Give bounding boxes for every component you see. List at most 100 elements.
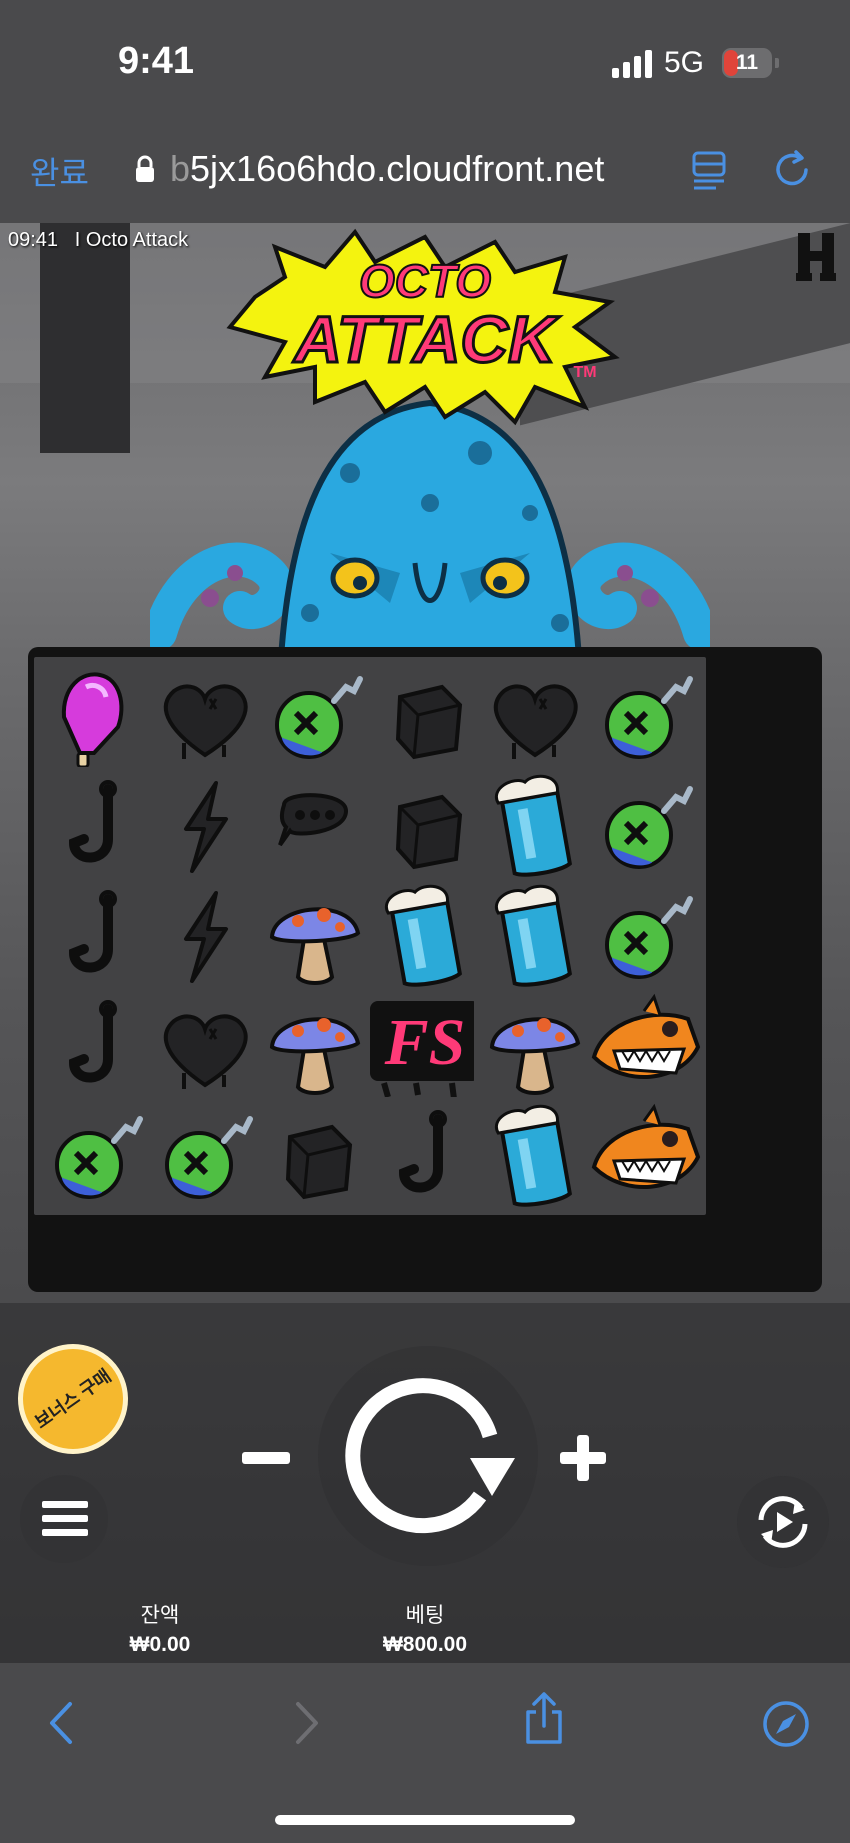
can-icon: [494, 774, 572, 877]
reel-cell-can: [474, 1097, 596, 1215]
reel-cell-bomb-fish: [584, 877, 706, 995]
spin-button[interactable]: [330, 1356, 530, 1556]
heart-icon: [163, 684, 248, 759]
mushroom-icon: [269, 907, 361, 985]
provider-logo-icon: [796, 233, 836, 281]
heart-icon: [163, 1014, 248, 1089]
url-prefix: b: [170, 148, 191, 189]
reel-grid: FS: [28, 647, 822, 1292]
shark-icon: [591, 993, 701, 1079]
game-clock: 09:41: [8, 229, 59, 251]
mushroom-icon: [489, 1017, 581, 1095]
title-separator: I: [74, 229, 81, 251]
reel-cell-bomb-fish: [584, 767, 706, 885]
reel-cell-shark: [584, 987, 706, 1105]
autoplay-button[interactable]: [737, 1476, 829, 1568]
reel-cell-cube: [364, 657, 486, 775]
hook-icon: [68, 1000, 117, 1083]
cube-icon: [285, 1124, 353, 1200]
compass-icon[interactable]: [762, 1700, 810, 1748]
increase-bet-button[interactable]: [560, 1435, 606, 1481]
decrease-bet-button[interactable]: [242, 1452, 290, 1464]
done-button[interactable]: 완료: [30, 148, 89, 194]
cellular-signal-icon: [612, 50, 654, 78]
reader-mode-icon[interactable]: [692, 150, 728, 190]
reel-cell-bomb-fish: [34, 1097, 156, 1215]
bomb-fish-icon: [55, 1116, 143, 1199]
back-icon[interactable]: [44, 1700, 78, 1746]
reel-cell-can: [474, 877, 596, 995]
reel-cell-bolt: [144, 877, 266, 995]
reel-cell-cube: [364, 767, 486, 885]
reel-cell-speech: [254, 767, 376, 885]
reel-cell-mushroom: [254, 987, 376, 1105]
reel-cell-hook: [34, 877, 156, 995]
reel-cell-heart: [144, 987, 266, 1105]
logo-text-octo: OCTO: [359, 255, 491, 307]
url-address[interactable]: b5jx16o6hdo.cloudfront.net: [170, 148, 604, 190]
speech-icon: [278, 793, 349, 847]
reel-cell-fs-scatter: FS: [364, 987, 486, 1105]
reel-cell-bomb-fish: [254, 657, 376, 775]
reel-cell-hook: [364, 1097, 486, 1215]
reel-cell-heart: [474, 657, 596, 775]
bomb-fish-icon: [605, 896, 693, 979]
can-icon: [384, 884, 462, 987]
popsicle-icon: [61, 672, 124, 769]
mushroom-icon: [269, 1017, 361, 1095]
game-canvas[interactable]: 09:41 I Octo Attack OCTO ATTACK TM FS 보너…: [0, 223, 850, 1663]
menu-button[interactable]: [20, 1475, 108, 1563]
reel-cell-heart: [144, 657, 266, 775]
bet-label: 베팅: [405, 1604, 445, 1627]
hook-icon: [398, 1110, 447, 1193]
reel-cell-bomb-fish: [584, 657, 706, 775]
reel-cell-mushroom: [474, 987, 596, 1105]
balance-value: ₩0.00: [129, 1633, 191, 1656]
url-domain: 5jx16o6hdo.cloudfront.net: [190, 148, 605, 189]
reel-cell-bolt: [144, 767, 266, 885]
reel-cell-hook: [34, 987, 156, 1105]
logo-text-attack: ATTACK: [292, 302, 560, 376]
lock-icon: [136, 155, 154, 182]
reel-cell-can: [364, 877, 486, 995]
bomb-fish-icon: [605, 786, 693, 869]
hook-icon: [68, 890, 117, 973]
bomb-fish-icon: [605, 676, 693, 759]
logo-trademark: TM: [573, 364, 596, 381]
game-title: Octo Attack: [85, 229, 189, 251]
reel-cell-cube: [254, 1097, 376, 1215]
bomb-fish-icon: [165, 1116, 253, 1199]
reel-cell-can: [474, 767, 596, 885]
can-icon: [494, 884, 572, 987]
heart-icon: [493, 684, 578, 759]
reel-cell-mushroom: [254, 877, 376, 995]
network-type: 5G: [664, 46, 705, 79]
bet-display: 베팅 ₩800.00: [360, 1599, 490, 1657]
bolt-icon: [184, 781, 228, 873]
fs-scatter-label: FS: [384, 1006, 466, 1079]
status-bar: 9:41 5G 11: [0, 0, 850, 118]
game-clock-title: 09:41 I Octo Attack: [8, 229, 188, 252]
battery-level: 11: [735, 51, 759, 74]
shark-icon: [591, 1103, 701, 1189]
game-logo: OCTO ATTACK TM: [226, 228, 620, 426]
cube-icon: [395, 684, 463, 760]
reel-cell-popsicle: [34, 657, 156, 775]
reel-cell-shark: [584, 1097, 706, 1215]
bonus-buy-button[interactable]: 보너스 구매: [18, 1344, 128, 1454]
battery-icon: 11: [722, 48, 772, 78]
home-indicator: [275, 1815, 575, 1825]
status-time: 9:41: [118, 40, 195, 82]
balance-display: 잔액 ₩0.00: [100, 1599, 220, 1657]
bolt-icon: [184, 891, 228, 983]
cube-icon: [395, 794, 463, 870]
reload-icon[interactable]: [774, 148, 814, 190]
hook-icon: [68, 780, 117, 863]
can-icon: [494, 1104, 572, 1207]
forward-icon[interactable]: [290, 1700, 324, 1746]
reel-cell-bomb-fish: [144, 1097, 266, 1215]
share-icon[interactable]: [522, 1690, 566, 1746]
balance-label: 잔액: [140, 1604, 180, 1627]
bet-value: ₩800.00: [382, 1633, 468, 1656]
bomb-fish-icon: [275, 676, 363, 759]
